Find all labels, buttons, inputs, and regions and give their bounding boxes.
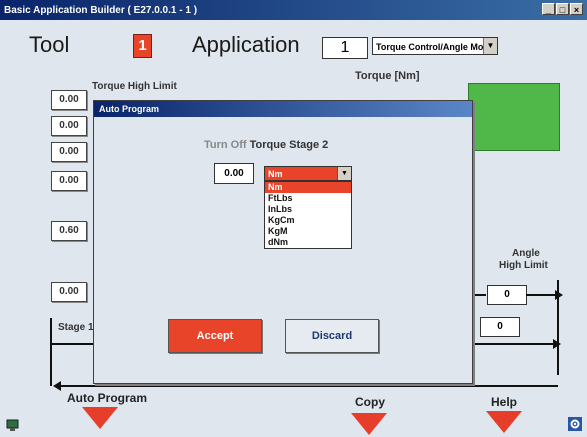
torque-high-limit-label: Torque High Limit (92, 81, 177, 92)
arrow-left-icon (53, 381, 61, 391)
chevron-down-icon[interactable]: ▼ (483, 38, 497, 54)
stage-label: Stage 1 (58, 322, 94, 333)
application-number-field[interactable]: 1 (322, 37, 368, 59)
angle-high-limit-field[interactable]: 0 (487, 285, 527, 305)
unit-select-value: Nm (268, 169, 283, 179)
dialog-title: Auto Program (94, 101, 472, 117)
dialog-heading-light: Turn Off (204, 139, 247, 151)
tool-number[interactable]: 1 (133, 34, 152, 58)
discard-button[interactable]: Discard (285, 319, 379, 353)
tool-label: Tool (29, 32, 70, 57)
value-field-2[interactable]: 0.00 (51, 116, 87, 136)
accept-button[interactable]: Accept (168, 319, 262, 353)
chevron-down-icon[interactable]: ▼ (337, 167, 351, 180)
monitor-icon[interactable] (6, 418, 20, 432)
value-field-torque-high[interactable]: 0.00 (51, 90, 87, 110)
angle-high-label-line1: Angle (512, 248, 540, 259)
stage-arrow-icon (553, 339, 561, 349)
title-bar: Basic Application Builder ( E27.0.0.1 - … (0, 0, 587, 20)
unit-dropdown-list: Nm FtLbs InLbs KgCm KgM dNm (264, 181, 352, 249)
application-type-select[interactable]: Torque Control/Angle Monit ▼ (372, 37, 498, 55)
value-field-6[interactable]: 0.00 (51, 282, 87, 302)
minimize-button[interactable]: _ (542, 3, 555, 15)
unit-option-dnm[interactable]: dNm (265, 237, 351, 248)
graph-right-edge (557, 280, 559, 375)
unit-option-inlbs[interactable]: InLbs (265, 204, 351, 215)
value-field-5[interactable]: 0.60 (51, 221, 87, 241)
unit-option-kgm[interactable]: KgM (265, 226, 351, 237)
angle-value-field[interactable]: 0 (480, 317, 520, 337)
unit-option-ftlbs[interactable]: FtLbs (265, 193, 351, 204)
auto-program-button[interactable] (82, 407, 118, 429)
help-label: Help (491, 395, 518, 409)
window-controls: _ □ × (542, 3, 583, 15)
dialog-heading-bold: Torque Stage 2 (249, 139, 329, 151)
copy-label: Copy (355, 395, 385, 409)
bottom-axis-line (60, 385, 558, 387)
application-type-value: Torque Control/Angle Monit (376, 42, 495, 52)
torque-limit-region (468, 83, 560, 151)
application-label: Application (192, 32, 300, 57)
unit-select[interactable]: Nm ▼ (264, 166, 352, 181)
dialog-heading: Turn Off Torque Stage 2 (204, 139, 328, 151)
unit-option-nm[interactable]: Nm (265, 182, 351, 193)
auto-program-dialog: Auto Program Turn Off Torque Stage 2 0.0… (93, 100, 473, 384)
graph-left-edge (50, 318, 52, 386)
window-title: Basic Application Builder ( E27.0.0.1 - … (4, 4, 198, 16)
torque-axis-label: Torque [Nm] (355, 70, 420, 82)
maximize-button[interactable]: □ (556, 3, 569, 15)
copy-button[interactable] (351, 413, 387, 435)
dialog-value-field[interactable]: 0.00 (214, 163, 254, 184)
help-button[interactable] (486, 411, 522, 433)
value-field-4[interactable]: 0.00 (51, 171, 87, 191)
unit-option-kgcm[interactable]: KgCm (265, 215, 351, 226)
settings-icon[interactable] (568, 417, 582, 431)
angle-high-label-line2: High Limit (499, 260, 548, 271)
auto-program-label: Auto Program (67, 391, 148, 405)
angle-high-line-right (526, 294, 556, 296)
close-button[interactable]: × (570, 3, 583, 15)
value-field-3[interactable]: 0.00 (51, 142, 87, 162)
